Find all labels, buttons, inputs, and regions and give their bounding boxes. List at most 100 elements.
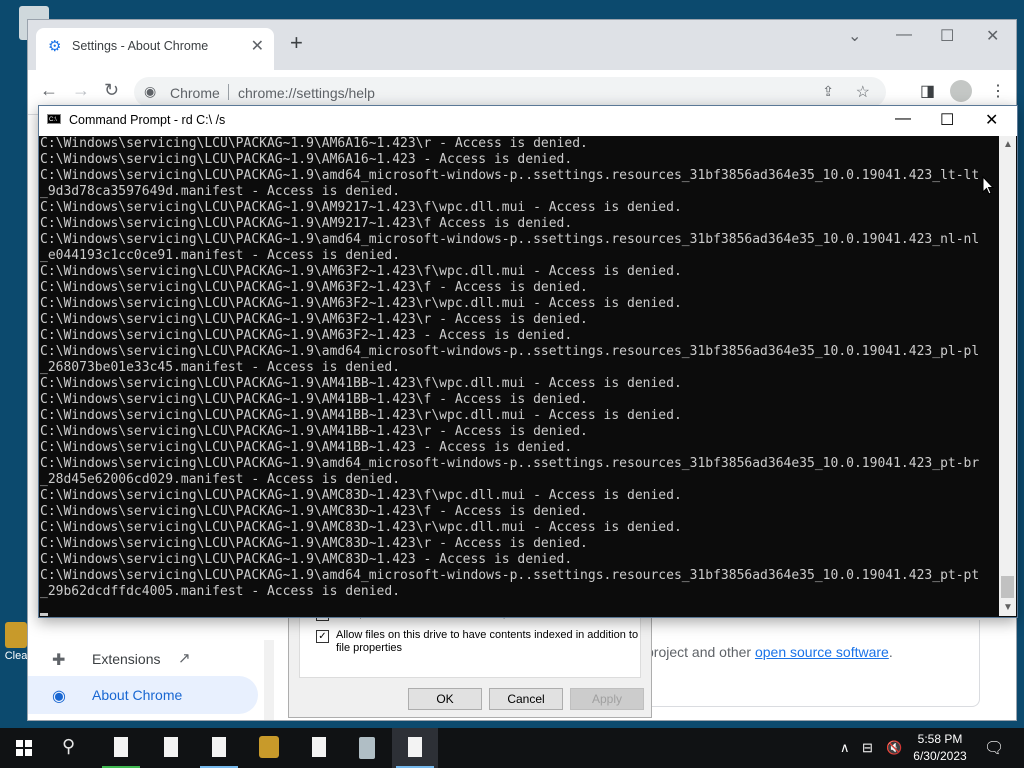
about-footer-text: project and other open source software. xyxy=(646,644,893,660)
cmd-line: _29b62dcdffdc4005.manifest - Access is d… xyxy=(40,584,401,599)
cmd-line: C:\Windows\servicing\LCU\PACKAG~1.9\AM6A… xyxy=(40,152,573,167)
settings-sidebar: ✚ Extensions ↗ ◉ About Chrome xyxy=(28,640,268,720)
apply-button[interactable]: Apply xyxy=(570,688,644,710)
address-bar[interactable]: ◉ Chrome chrome://settings/help ⇪ ☆ xyxy=(134,77,886,107)
taskbar-item-file[interactable] xyxy=(98,728,144,768)
cmd-cursor xyxy=(40,613,48,616)
omnibox-separator xyxy=(228,84,229,100)
close-tab-icon[interactable]: ✕ xyxy=(251,36,264,56)
ok-button[interactable]: OK xyxy=(408,688,482,710)
index-label-line1: Allow files on this drive to have conten… xyxy=(336,629,639,641)
cmd-line: C:\Windows\servicing\LCU\PACKAG~1.9\AM41… xyxy=(40,424,588,439)
start-button[interactable] xyxy=(0,728,46,768)
clock-date: 6/30/2023 xyxy=(913,749,967,763)
cmd-titlebar: C:\ Command Prompt - rd C:\ /s — ☐ ✕ xyxy=(39,106,1017,136)
close-window-button[interactable]: ✕ xyxy=(986,26,999,46)
tab-settings[interactable]: ⚙ Settings - About Chrome ✕ xyxy=(36,28,274,70)
menu-dots-icon[interactable]: ⋮ xyxy=(990,81,1006,101)
index-checkbox[interactable]: ✓ xyxy=(316,630,329,643)
maximize-button[interactable]: ☐ xyxy=(940,26,954,46)
scroll-up-icon[interactable]: ▲ xyxy=(1003,139,1013,150)
taskbar-item-file[interactable] xyxy=(296,728,342,768)
command-prompt-window: C:\ Command Prompt - rd C:\ /s — ☐ ✕ C:\… xyxy=(38,105,1018,618)
sidebar-scrollbar[interactable] xyxy=(264,640,274,720)
sidebar-item-extensions[interactable]: ✚ Extensions ↗ xyxy=(28,640,258,678)
scroll-down-icon[interactable]: ▼ xyxy=(1003,602,1013,613)
bookmark-star-icon[interactable]: ☆ xyxy=(856,82,870,102)
settings-gear-icon: ⚙ xyxy=(48,38,62,55)
cmd-line: C:\Windows\servicing\LCU\PACKAG~1.9\amd6… xyxy=(40,168,980,183)
notifications-icon[interactable]: 🗨 xyxy=(984,738,1004,758)
sidebar-item-label: About Chrome xyxy=(92,687,183,703)
new-tab-button[interactable]: + xyxy=(290,32,303,54)
back-button[interactable]: ← xyxy=(40,80,58,100)
open-source-link[interactable]: open source software xyxy=(755,644,889,660)
minimize-button[interactable]: — xyxy=(896,26,912,44)
chrome-icon: ◉ xyxy=(52,688,66,705)
tab-title: Settings - About Chrome xyxy=(72,39,209,53)
taskbar-item-app[interactable] xyxy=(246,728,292,768)
cmd-minimize-button[interactable]: — xyxy=(895,110,911,128)
cmd-line: C:\Windows\servicing\LCU\PACKAG~1.9\AM41… xyxy=(40,408,682,423)
chrome-site-icon: ◉ xyxy=(144,83,157,99)
cmd-maximize-button[interactable]: ☐ xyxy=(940,110,954,130)
taskbar-item-cmd[interactable] xyxy=(392,728,438,768)
profile-avatar[interactable] xyxy=(950,80,972,102)
cmd-line: C:\Windows\servicing\LCU\PACKAG~1.9\AMC8… xyxy=(40,552,573,567)
cmd-line: C:\Windows\servicing\LCU\PACKAG~1.9\AMC8… xyxy=(40,520,682,535)
document-icon xyxy=(212,737,226,757)
omnibox-url[interactable]: chrome://settings/help xyxy=(238,85,375,101)
cmd-close-button[interactable]: ✕ xyxy=(985,110,998,130)
cmd-line: C:\Windows\servicing\LCU\PACKAG~1.9\AM41… xyxy=(40,376,682,391)
puzzle-icon: ✚ xyxy=(52,652,66,669)
network-icon[interactable]: ⊟ xyxy=(862,740,873,756)
side-panel-icon[interactable]: ◨ xyxy=(920,81,935,101)
scroll-thumb[interactable] xyxy=(1001,576,1014,598)
taskbar-item-file[interactable] xyxy=(148,728,194,768)
search-button[interactable]: ⚲ xyxy=(48,728,94,768)
taskbar-clock[interactable]: 5:58 PM 6/30/2023 xyxy=(908,731,972,765)
cmd-output[interactable]: C:\Windows\servicing\LCU\PACKAG~1.9\AM6A… xyxy=(40,136,998,615)
sidebar-item-label: Extensions xyxy=(92,651,161,667)
share-icon[interactable]: ⇪ xyxy=(822,83,834,100)
taskbar-item-file[interactable] xyxy=(196,728,242,768)
mouse-pointer-icon xyxy=(982,176,994,195)
index-label-line2: file properties xyxy=(336,642,403,654)
forward-button[interactable]: → xyxy=(72,80,90,100)
footer-text-end: . xyxy=(888,644,893,660)
volume-muted-icon[interactable]: 🔇 xyxy=(886,740,902,756)
cmd-line: _268073be01e33c45.manifest - Access is d… xyxy=(40,360,401,375)
document-icon xyxy=(312,737,326,757)
tab-search-chevron-icon[interactable]: ⌄ xyxy=(848,26,861,46)
cancel-button[interactable]: Cancel xyxy=(489,688,563,710)
cmd-line: C:\Windows\servicing\LCU\PACKAG~1.9\amd6… xyxy=(40,568,980,583)
omnibox-site-label: Chrome xyxy=(170,85,220,101)
cmd-line: C:\Windows\servicing\LCU\PACKAG~1.9\AMC8… xyxy=(40,536,588,551)
cmd-scrollbar[interactable]: ▲ ▼ xyxy=(999,136,1016,616)
cmd-line: C:\Windows\servicing\LCU\PACKAG~1.9\AM41… xyxy=(40,440,573,455)
index-label: Allow files on this drive to have conten… xyxy=(336,629,638,655)
sidebar-item-about-chrome[interactable]: ◉ About Chrome xyxy=(28,676,258,714)
about-card xyxy=(628,620,980,707)
document-icon xyxy=(114,737,128,757)
document-icon xyxy=(408,737,422,757)
cmd-line: _28d45e62006cd029.manifest - Access is d… xyxy=(40,472,401,487)
cmd-line: C:\Windows\servicing\LCU\PACKAG~1.9\AM6A… xyxy=(40,136,588,151)
cmd-line: C:\Windows\servicing\LCU\PACKAG~1.9\amd6… xyxy=(40,456,980,471)
search-icon: ⚲ xyxy=(62,736,76,756)
taskbar-item-app[interactable] xyxy=(344,728,390,768)
clock-time: 5:58 PM xyxy=(917,732,963,746)
taskbar: ⚲ ∧ ⊟ 🔇 5:58 PM 6/30/2023 🗨 xyxy=(0,728,1024,768)
windows-logo-icon xyxy=(16,740,32,756)
cleaner-icon xyxy=(5,622,27,648)
chevron-up-icon[interactable]: ∧ xyxy=(840,740,850,756)
footer-text: project and other xyxy=(646,644,755,660)
document-icon xyxy=(164,737,178,757)
chrome-titlebar: ⚙ Settings - About Chrome ✕ + ⌄ — ☐ ✕ xyxy=(28,20,1016,70)
cmd-line: C:\Windows\servicing\LCU\PACKAG~1.9\AM63… xyxy=(40,328,573,343)
cmd-line: C:\Windows\servicing\LCU\PACKAG~1.9\AMC8… xyxy=(40,504,588,519)
cmd-title: Command Prompt - rd C:\ /s xyxy=(69,113,226,127)
reload-button[interactable]: ↻ xyxy=(104,80,119,100)
cmd-line: _9d3d78ca3597649d.manifest - Access is d… xyxy=(40,184,401,199)
external-link-icon: ↗ xyxy=(178,650,191,667)
